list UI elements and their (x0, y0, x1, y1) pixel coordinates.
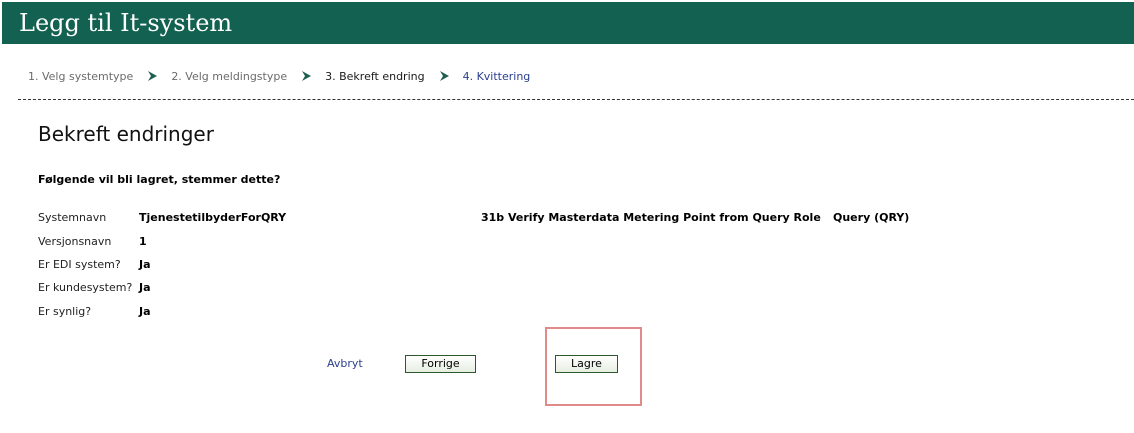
field-label-kundesystem: Er kundesystem? (38, 281, 133, 294)
step-1: 1. Velg systemtype (28, 69, 134, 83)
page-header: Legg til It-system (2, 2, 1134, 44)
field-value-systemnavn: TjenestetilbyderForQRY (139, 211, 287, 224)
cancel-link[interactable]: Avbryt (327, 357, 363, 370)
field-value-synlig: Ja (139, 305, 151, 318)
step-2: 2. Velg meldingstype (171, 69, 288, 83)
confirm-question: Følgende vil bli lagret, stemmer dette? (38, 173, 281, 186)
step-arrow-icon (439, 71, 449, 81)
field-value-kundesystem: Ja (139, 281, 151, 294)
step-arrow-icon (302, 71, 312, 81)
step-arrow-icon (148, 71, 158, 81)
step-3-current: 3. Bekreft endring (325, 69, 425, 83)
step-4: 4. Kvittering (462, 69, 531, 83)
message-type-name: 31b Verify Masterdata Metering Point fro… (481, 211, 821, 224)
field-label-synlig: Er synlig? (38, 305, 92, 318)
field-value-versjonsnavn: 1 (139, 235, 147, 248)
message-role: Query (QRY) (833, 211, 910, 224)
field-label-versjonsnavn: Versjonsnavn (38, 235, 112, 248)
field-label-edi: Er EDI system? (38, 258, 121, 271)
wizard-steps: 1. Velg systemtype 2. Velg meldingstype … (28, 68, 530, 84)
field-value-edi: Ja (139, 258, 151, 271)
save-highlight-box (545, 327, 642, 406)
previous-button[interactable]: Forrige (405, 355, 476, 373)
header-title: Legg til It-system (19, 9, 233, 37)
field-label-systemnavn: Systemnavn (38, 211, 107, 224)
divider (18, 99, 1134, 100)
page-title: Bekreft endringer (38, 122, 214, 146)
